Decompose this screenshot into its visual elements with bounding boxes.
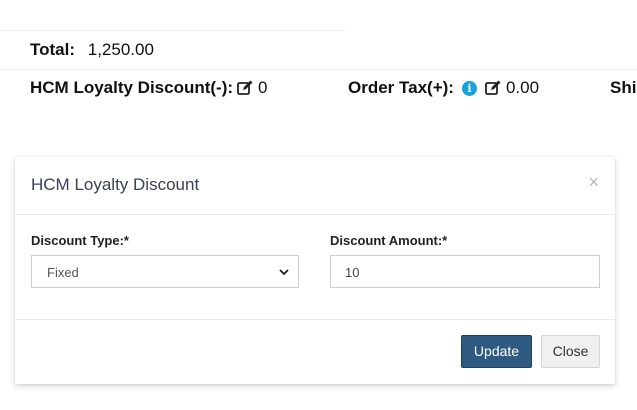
summary-row: HCM Loyalty Discount(-): 0 Order Tax(+):… xyxy=(30,78,637,104)
loyalty-discount-value: 0 xyxy=(258,78,268,97)
divider-mid xyxy=(0,69,637,70)
shipping-segment: Shi xyxy=(610,78,636,98)
update-button[interactable]: Update xyxy=(461,335,532,368)
loyalty-discount-modal: HCM Loyalty Discount × Discount Type:* D… xyxy=(15,157,615,384)
total-label: Total: xyxy=(30,40,76,59)
modal-header: HCM Loyalty Discount × xyxy=(15,157,615,215)
order-tax-label: Order Tax(+): xyxy=(348,78,454,97)
shipping-label: Shi xyxy=(610,78,637,97)
order-tax-segment: Order Tax(+): i 0.00 xyxy=(348,78,539,98)
discount-type-value: Fixed xyxy=(47,265,79,280)
loyalty-discount-segment: HCM Loyalty Discount(-): 0 xyxy=(30,78,268,98)
order-tax-value: 0.00 xyxy=(505,78,540,97)
close-icon[interactable]: × xyxy=(588,173,599,191)
modal-title: HCM Loyalty Discount xyxy=(31,175,200,194)
edit-icon[interactable] xyxy=(236,79,254,97)
discount-amount-value: 10 xyxy=(345,265,360,280)
discount-amount-input[interactable]: 10 xyxy=(330,255,600,288)
close-button[interactable]: Close xyxy=(541,335,600,368)
chevron-down-icon xyxy=(278,266,290,278)
modal-footer-divider xyxy=(15,319,615,320)
page: Total: 1,250.00 HCM Loyalty Discount(-):… xyxy=(0,0,637,410)
discount-type-select[interactable]: Fixed xyxy=(31,255,299,288)
divider-top xyxy=(0,30,345,31)
loyalty-discount-label: HCM Loyalty Discount(-): xyxy=(30,78,234,97)
total-value: 1,250.00 xyxy=(87,40,154,59)
edit-icon[interactable] xyxy=(484,79,502,97)
info-icon[interactable]: i xyxy=(461,80,477,96)
discount-type-label: Discount Type:* xyxy=(31,233,129,248)
discount-amount-label: Discount Amount:* xyxy=(330,233,448,248)
total-row: Total: 1,250.00 xyxy=(30,40,154,60)
